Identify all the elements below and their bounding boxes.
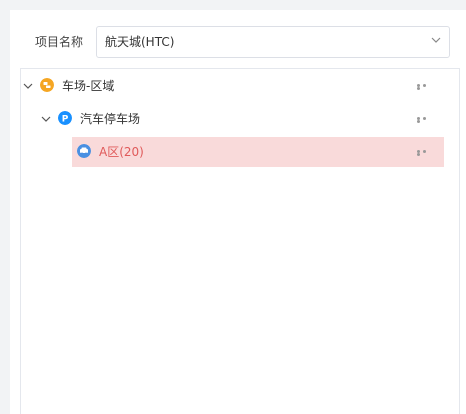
project-label: 项目名称 [35, 35, 84, 49]
tree-node-zone-a[interactable]: A区(20) [21, 137, 451, 167]
panel: 项目名称 航天城(HTC) 车场-区域 P 汽车停车场 A区(20) [10, 10, 466, 414]
chevron-down-icon[interactable] [41, 114, 51, 124]
tree-container: 车场-区域 P 汽车停车场 A区(20) [20, 68, 460, 414]
car-icon [77, 144, 91, 158]
project-select[interactable]: 航天城(HTC) [96, 26, 450, 58]
tree-node-car-park[interactable]: P 汽车停车场 [21, 104, 451, 134]
svg-text:P: P [62, 115, 69, 125]
more-icon[interactable] [417, 117, 433, 123]
chevron-down-icon[interactable] [23, 81, 33, 91]
tree-node-parking-area[interactable]: 车场-区域 [21, 71, 451, 101]
tree-node-label: 汽车停车场 [80, 112, 141, 126]
parking-area-icon [40, 78, 54, 92]
more-icon[interactable] [417, 84, 433, 90]
parking-p-icon: P [58, 111, 72, 125]
tree-node-label: A区(20) [99, 145, 144, 159]
more-icon[interactable] [417, 150, 433, 156]
project-select-value: 航天城(HTC) [105, 35, 175, 49]
project-form-row: 项目名称 航天城(HTC) [10, 26, 466, 58]
tree-node-label: 车场-区域 [62, 79, 115, 93]
chevron-down-icon[interactable] [431, 36, 441, 44]
